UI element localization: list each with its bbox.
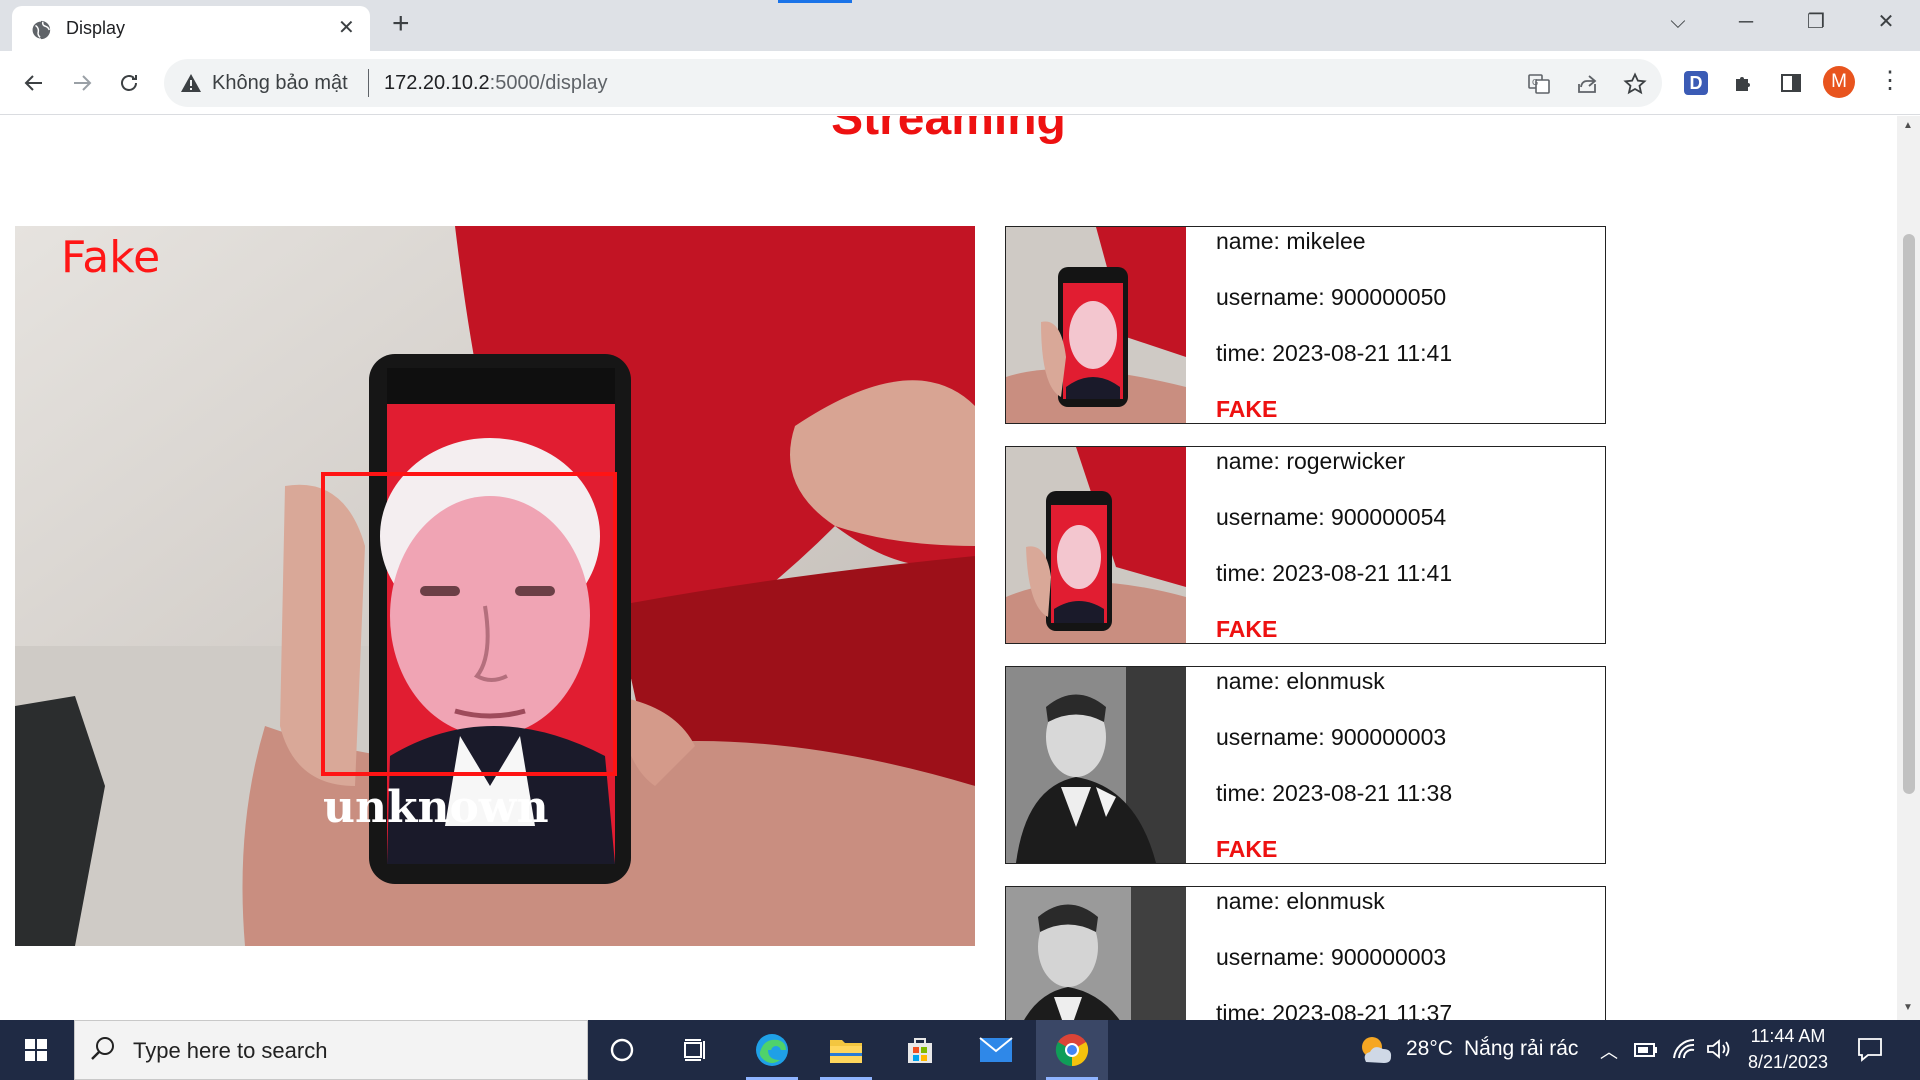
record-thumbnail xyxy=(1006,887,1186,1020)
chrome-browser-icon[interactable] xyxy=(1036,1020,1108,1080)
detection-record: name: elonmusk username: 900000003 time:… xyxy=(1005,666,1606,864)
stream-frame-image xyxy=(15,226,975,946)
url-host: 172.20.10.2 xyxy=(384,72,490,94)
search-placeholder: Type here to search xyxy=(133,1038,328,1063)
taskbar-search-box[interactable]: Type here to search xyxy=(74,1020,588,1080)
share-icon[interactable] xyxy=(1574,71,1600,97)
task-view-icon[interactable] xyxy=(660,1020,732,1080)
profile-avatar[interactable]: M xyxy=(1823,66,1855,98)
record-thumbnail xyxy=(1006,667,1186,863)
search-icon xyxy=(91,1037,114,1060)
weather-temperature[interactable]: 28°C xyxy=(1406,1037,1453,1061)
extensions-puzzle-icon[interactable] xyxy=(1730,69,1758,97)
browser-toolbar: Không bảo mật 172.20.10.2:5000/display G… xyxy=(0,51,1920,115)
record-status: FAKE xyxy=(1216,616,1278,642)
tab-display[interactable]: Display ✕ xyxy=(12,6,370,51)
omnibox-divider xyxy=(368,69,369,97)
tab-search-chevron-icon[interactable]: ⌵ xyxy=(1658,8,1698,36)
page-viewport: Streaming Fake unknown name: mikelee use… xyxy=(0,116,1897,1020)
translate-icon[interactable]: G xyxy=(1526,71,1552,97)
scroll-up-arrow-icon[interactable]: ▲ xyxy=(1903,120,1913,131)
detection-record: name: rogerwicker username: 900000054 ti… xyxy=(1005,446,1606,644)
arrow-left-icon xyxy=(24,75,42,91)
record-status: FAKE xyxy=(1216,836,1278,862)
bookmark-star-icon[interactable] xyxy=(1622,71,1648,97)
weather-description[interactable]: Nắng rải rác xyxy=(1464,1037,1578,1061)
record-username: username: 900000050 xyxy=(1216,284,1447,310)
record-details: name: elonmusk username: 900000003 time:… xyxy=(1216,887,1452,1020)
edge-browser-icon[interactable] xyxy=(736,1020,808,1080)
arrow-right-icon xyxy=(74,75,92,91)
detection-record: name: mikelee username: 900000050 time: … xyxy=(1005,226,1606,424)
record-time: time: 2023-08-21 11:38 xyxy=(1216,780,1453,806)
volume-icon[interactable] xyxy=(1706,1038,1732,1060)
record-details: name: mikelee username: 900000050 time: … xyxy=(1216,227,1453,423)
tab-title: Display xyxy=(66,18,126,38)
wifi-icon[interactable] xyxy=(1672,1038,1696,1060)
globe-icon xyxy=(31,20,51,40)
page-title: Streaming xyxy=(831,116,1066,145)
browser-menu-icon[interactable]: ⋮ xyxy=(1878,65,1902,97)
show-hidden-icons-chevron-icon[interactable]: ︿ xyxy=(1600,1038,1618,1064)
record-details: name: elonmusk username: 900000003 time:… xyxy=(1216,667,1453,863)
stream-identity-label: unknown xyxy=(323,782,549,833)
security-label[interactable]: Không bảo mật xyxy=(212,72,348,95)
clock-date[interactable]: 8/21/2023 xyxy=(1742,1052,1834,1073)
address-bar[interactable]: Không bảo mật 172.20.10.2:5000/display G xyxy=(164,59,1662,107)
record-name: name: mikelee xyxy=(1216,228,1366,254)
reload-icon xyxy=(121,75,137,91)
record-username: username: 900000003 xyxy=(1216,724,1447,750)
back-button[interactable] xyxy=(14,63,54,103)
forward-button[interactable] xyxy=(62,63,102,103)
tab-close-icon[interactable]: ✕ xyxy=(338,16,355,40)
record-thumbnail xyxy=(1006,447,1186,643)
extension-d-icon[interactable]: D xyxy=(1682,69,1710,97)
extension-d-badge: D xyxy=(1684,71,1708,95)
file-explorer-icon[interactable] xyxy=(810,1020,882,1080)
start-button[interactable] xyxy=(0,1020,72,1080)
detection-record: name: elonmusk username: 900000003 time:… xyxy=(1005,886,1606,1020)
scroll-thumb[interactable] xyxy=(1903,234,1915,794)
url-path: :5000/display xyxy=(489,72,608,94)
record-time: time: 2023-08-21 11:37 xyxy=(1216,1000,1453,1020)
stream-status-label: Fake xyxy=(61,232,161,283)
record-name: name: elonmusk xyxy=(1216,888,1385,914)
record-status: FAKE xyxy=(1216,396,1278,422)
weather-icon[interactable] xyxy=(1356,1032,1396,1068)
record-time: time: 2023-08-21 11:41 xyxy=(1216,560,1453,586)
restore-button[interactable]: ❐ xyxy=(1796,8,1836,36)
new-tab-button[interactable]: + xyxy=(392,9,410,39)
record-name: name: elonmusk xyxy=(1216,668,1385,694)
side-panel-icon[interactable] xyxy=(1777,69,1805,97)
record-name: name: rogerwicker xyxy=(1216,448,1406,474)
action-center-icon[interactable] xyxy=(1856,1036,1884,1064)
detection-list: name: mikelee username: 900000050 time: … xyxy=(1005,226,1606,1020)
video-stream: Fake unknown xyxy=(15,226,975,946)
page-scrollbar[interactable]: ▲ ▼ xyxy=(1897,116,1920,1020)
windows-taskbar: Type here to search 28°C Nắng rải rác ︿ … xyxy=(0,1020,1920,1080)
cortana-icon[interactable] xyxy=(586,1020,658,1080)
warning-icon[interactable] xyxy=(180,73,202,93)
record-thumbnail xyxy=(1006,227,1186,423)
url-text[interactable]: 172.20.10.2:5000/display xyxy=(384,72,608,95)
battery-icon[interactable] xyxy=(1634,1039,1658,1061)
record-username: username: 900000054 xyxy=(1216,504,1447,530)
microsoft-store-icon[interactable] xyxy=(884,1020,956,1080)
windows-logo-icon xyxy=(25,1039,47,1061)
minimize-button[interactable]: ─ xyxy=(1726,8,1766,36)
clock-time[interactable]: 11:44 AM xyxy=(1748,1026,1828,1047)
record-time: time: 2023-08-21 11:41 xyxy=(1216,340,1453,366)
tab-drag-indicator xyxy=(778,0,852,3)
close-window-button[interactable]: ✕ xyxy=(1866,8,1906,36)
mail-icon[interactable] xyxy=(960,1020,1032,1080)
svg-text:G: G xyxy=(1532,78,1538,87)
reload-button[interactable] xyxy=(109,63,149,103)
record-details: name: rogerwicker username: 900000054 ti… xyxy=(1216,447,1453,643)
scroll-down-arrow-icon[interactable]: ▼ xyxy=(1903,1002,1913,1013)
record-username: username: 900000003 xyxy=(1216,944,1447,970)
tab-strip: Display ✕ + ⌵ ─ ❐ ✕ xyxy=(0,0,1920,51)
